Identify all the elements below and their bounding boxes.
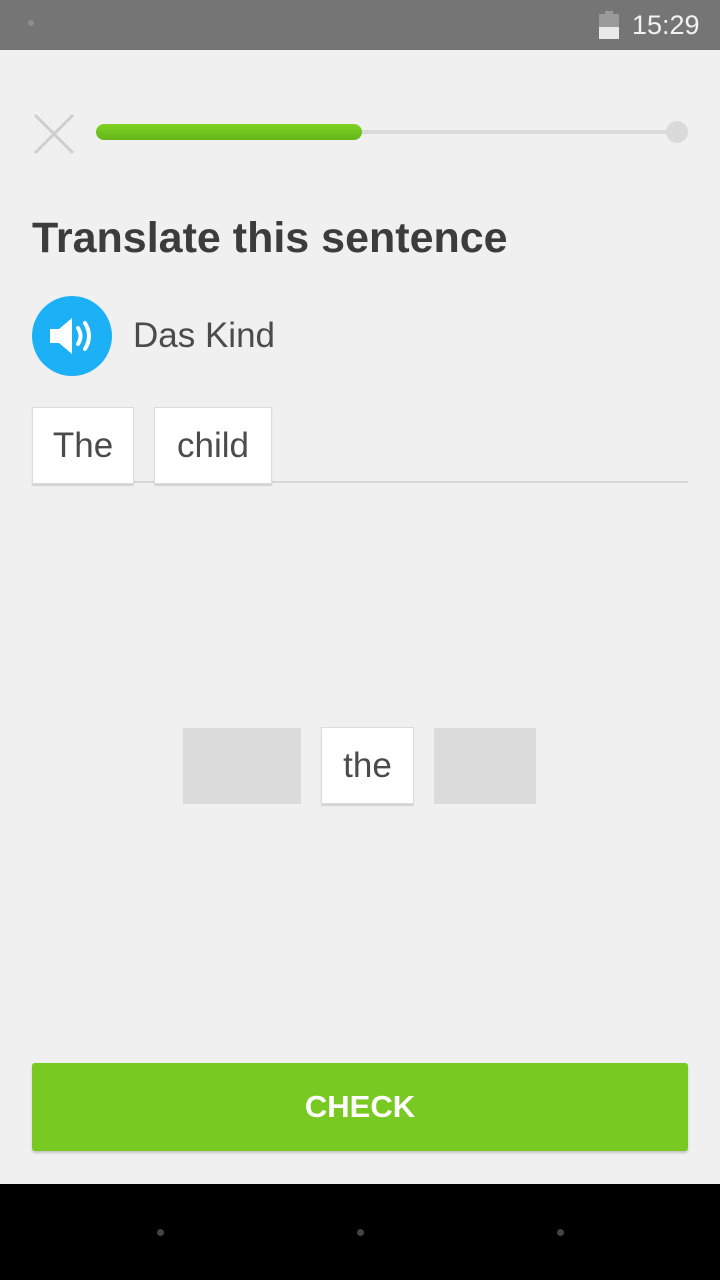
source-sentence: Das Kind <box>133 316 276 355</box>
word-bank-empty-slot <box>434 728 536 804</box>
challenge-title: Translate this sentence <box>32 214 508 262</box>
status-clock: 15:29 <box>632 10 700 40</box>
answer-word-tile[interactable]: child <box>154 407 272 484</box>
home-icon[interactable] <box>357 1229 364 1236</box>
lesson-screen: Translate this sentence Das Kind The chi… <box>0 50 720 1184</box>
progress-bar <box>96 124 686 140</box>
answer-word-tile[interactable]: The <box>32 407 134 484</box>
play-audio-button[interactable] <box>32 296 112 376</box>
progress-end-marker <box>666 121 688 143</box>
word-bank-tile[interactable]: the <box>321 727 414 804</box>
check-button[interactable]: CHECK <box>32 1063 688 1151</box>
word-bank-empty-slot <box>183 728 301 804</box>
status-bar: 15:29 <box>0 0 720 50</box>
recents-icon[interactable] <box>557 1229 564 1236</box>
back-icon[interactable] <box>157 1229 164 1236</box>
notification-dot-icon <box>28 20 34 26</box>
navigation-bar <box>0 1184 720 1280</box>
speaker-icon <box>50 318 91 354</box>
close-button[interactable] <box>30 110 78 158</box>
close-icon <box>33 113 75 155</box>
battery-icon <box>599 11 619 39</box>
progress-bar-fill <box>96 124 362 140</box>
